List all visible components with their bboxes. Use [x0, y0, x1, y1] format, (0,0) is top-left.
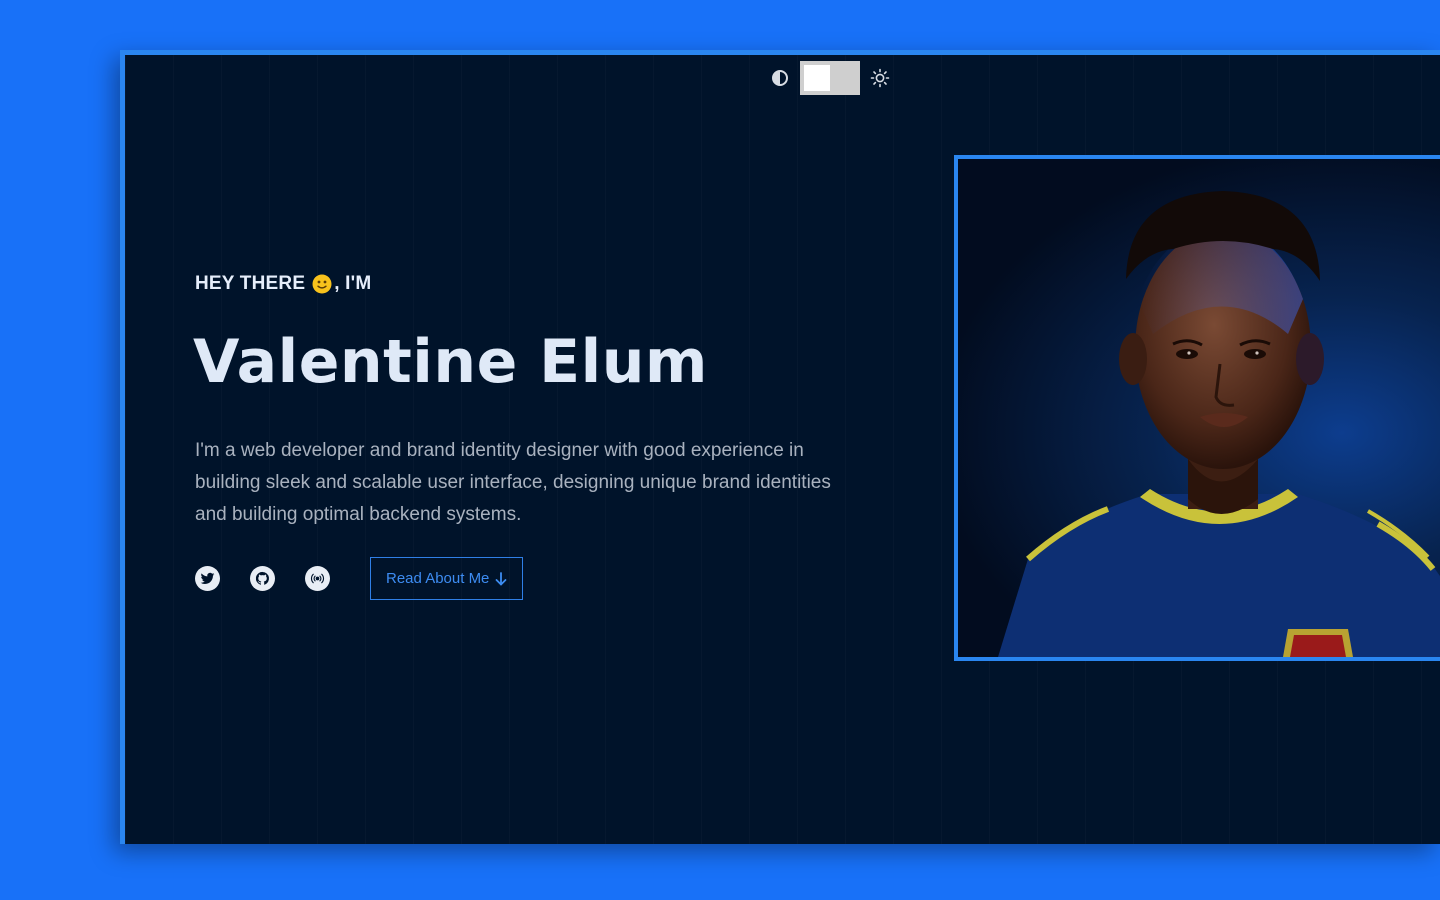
theme-switch-knob: [804, 65, 830, 91]
read-about-me-label: Read About Me: [386, 570, 490, 587]
github-link[interactable]: [250, 566, 275, 591]
read-about-me-button[interactable]: Read About Me: [370, 557, 524, 600]
twitter-link[interactable]: [195, 566, 220, 591]
hero-bio: I'm a web developer and brand identity d…: [195, 440, 831, 525]
sun-icon: [870, 68, 890, 88]
hero-name: Valentine Elum: [193, 327, 708, 397]
broadcast-link[interactable]: [305, 566, 330, 591]
github-icon: [255, 571, 270, 585]
portrait-photo: [954, 155, 1440, 661]
greeting-suffix: , I'M: [334, 273, 372, 294]
hero-actions: Read About Me: [195, 557, 524, 600]
theme-toggle: [770, 61, 890, 95]
smiling-face-emoji-icon: [312, 274, 332, 294]
greeting: HEY THERE , I'M: [195, 273, 371, 295]
twitter-icon: [200, 572, 215, 584]
greeting-prefix: HEY THERE: [195, 273, 306, 294]
contrast-icon: [770, 68, 790, 88]
theme-switch[interactable]: [800, 61, 860, 95]
arrow-down-icon: [496, 571, 507, 585]
broadcast-icon: [311, 573, 324, 584]
portfolio-window: HEY THERE , I'M Valentine Elum I'm a web…: [120, 50, 1440, 844]
